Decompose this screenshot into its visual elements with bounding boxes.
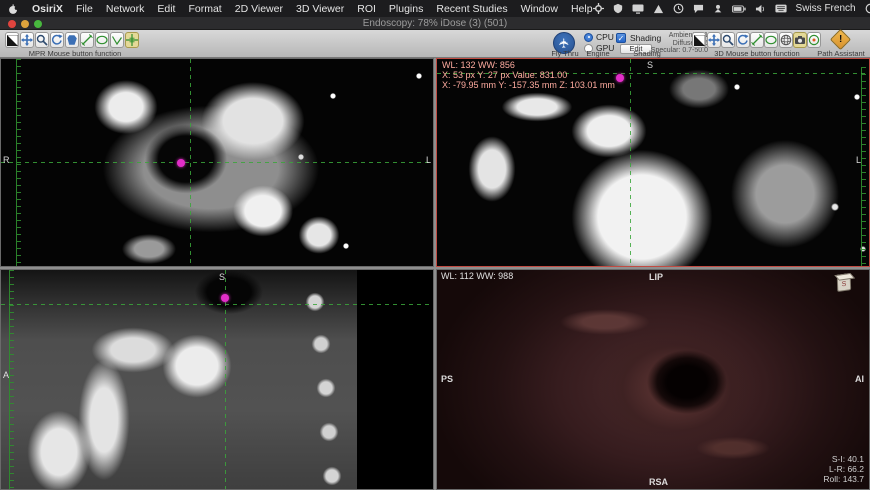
crosshair-horizontal[interactable]	[1, 162, 434, 163]
volume-icon[interactable]	[755, 4, 766, 14]
clock-icon[interactable]	[865, 3, 870, 14]
stat-roll: Roll: 143.7	[823, 474, 864, 484]
orientation-label-right: AI	[855, 374, 864, 384]
menu-item-roi[interactable]: ROI	[357, 3, 376, 15]
pan-tool-button[interactable]	[20, 32, 34, 48]
keyboard-input-icon[interactable]	[775, 4, 787, 13]
orientation-label-right: L	[426, 155, 431, 165]
fly-to-target-tool-button[interactable]	[807, 32, 821, 48]
pan-3d-tool-button[interactable]	[707, 32, 721, 48]
window-title-bar: Endoscopy: 78% iDose (3) (501)	[0, 17, 870, 30]
zoom-tool-button[interactable]	[35, 32, 49, 48]
oval-roi-tool-button[interactable]	[95, 32, 109, 48]
shield-icon[interactable]	[613, 3, 623, 14]
wlww-tool-button[interactable]	[5, 32, 19, 48]
window-title: Endoscopy: 78% iDose (3) (501)	[0, 18, 870, 29]
orientation-label-top: LIP	[649, 272, 663, 282]
crosshair-vertical[interactable]	[225, 270, 226, 490]
crosshair-vertical[interactable]	[630, 59, 631, 267]
orientation-label-top: S	[219, 272, 225, 282]
sphere-rotate-3d-tool-button[interactable]	[779, 32, 793, 48]
stat-lr: L-R: 66.2	[823, 464, 864, 474]
path-point-marker[interactable]	[177, 159, 185, 167]
menu-item-format[interactable]: Format	[188, 3, 221, 15]
orientation-label-right: L	[856, 155, 861, 165]
orientation-label-left: A	[3, 370, 9, 380]
path-point-marker[interactable]	[616, 74, 624, 82]
menu-item-3d-viewer[interactable]: 3D Viewer	[296, 3, 344, 15]
gear-icon[interactable]	[593, 3, 604, 14]
path-point-marker[interactable]	[221, 294, 229, 302]
airplay-icon[interactable]	[713, 4, 723, 14]
slab-tool-button[interactable]	[65, 32, 79, 48]
path-assistant-icon[interactable]	[830, 29, 851, 50]
chat-bubble-icon[interactable]	[693, 4, 704, 14]
mpr-oblique-viewport-selected[interactable]: S L WL: 132 WW: 856 X: 53 px Y: 27 px Va…	[436, 58, 870, 267]
ruler	[9, 270, 14, 490]
viewport-grid: R L S L WL: 132 WW: 856 X: 53 px Y: 27 p…	[0, 58, 870, 490]
menu-item-plugins[interactable]: Plugins	[389, 3, 423, 15]
airplane-icon: ✈	[554, 38, 574, 49]
orientation-label-left: R	[3, 155, 10, 165]
angle-tool-button[interactable]	[110, 32, 124, 48]
menu-osirix[interactable]: OsiriX	[32, 3, 63, 15]
wlww-overlay: WL: 112 WW: 988	[441, 272, 513, 282]
path-assistant-label: Path Assistant	[812, 49, 870, 58]
display-icon[interactable]	[632, 4, 644, 14]
ct-sagittal-image	[1, 270, 357, 489]
mountain-icon[interactable]	[653, 4, 664, 14]
oval-3d-tool-button[interactable]	[764, 32, 778, 48]
battery-icon[interactable]	[732, 5, 746, 13]
checkbox-checked-icon: ✓	[616, 33, 626, 43]
rotate-3d-tool-button[interactable]	[736, 32, 750, 48]
menu-item-2d-viewer[interactable]: 2D Viewer	[235, 3, 283, 15]
ruler	[861, 67, 866, 267]
menu-item-recent-studies[interactable]: Recent Studies	[436, 3, 507, 15]
endoscopy-render	[437, 270, 869, 489]
position-overlay: X: -79.95 mm Y: -157.35 mm Z: 103.01 mm	[442, 81, 615, 91]
menu-bar: OsiriX File Network Edit Format 2D Viewer 3D …	[0, 0, 870, 17]
camera-tool-button[interactable]	[793, 32, 807, 48]
ruler	[16, 59, 21, 267]
crosshair-vertical[interactable]	[190, 59, 191, 267]
mpr-sagittal-viewport[interactable]: S A	[0, 269, 434, 490]
crosshair-tool-button[interactable]	[125, 32, 139, 48]
stat-si: S-I: 40.1	[823, 454, 864, 464]
apple-menu-icon[interactable]	[8, 3, 19, 15]
mouse3d-group-label: 3D Mouse button function	[692, 49, 822, 58]
engine-group-label: Engine	[578, 49, 618, 58]
orientation-label-bottom: RSA	[649, 477, 668, 487]
input-source-label[interactable]: Swiss French	[796, 3, 856, 14]
clock-rewind-icon[interactable]	[673, 3, 684, 14]
orientation-label-top: S	[647, 60, 653, 70]
menu-items: File Network Edit Format 2D Viewer 3D Viewer R…	[76, 3, 593, 15]
rotate-tool-button[interactable]	[50, 32, 64, 48]
zoom-3d-tool-button[interactable]	[721, 32, 735, 48]
menu-item-network[interactable]: Network	[106, 3, 145, 15]
endoscopy-3d-viewport[interactable]: S WL: 112 WW: 988 LIP PS AI RSA S-I: 40.…	[436, 269, 870, 490]
toolbar: MPR Mouse button function ✈ Fly Thru CPU…	[0, 30, 870, 58]
orientation-cube-icon[interactable]: S	[837, 276, 851, 292]
mpr-axial-viewport[interactable]: R L	[0, 58, 434, 267]
osirix-window: OsiriX File Network Edit Format 2D Viewer 3D …	[0, 0, 870, 490]
camera-stats: S-I: 40.1 L-R: 66.2 Roll: 143.7	[823, 454, 864, 484]
menu-item-help[interactable]: Help	[571, 3, 593, 15]
length-3d-tool-button[interactable]	[750, 32, 764, 48]
orientation-label-left: PS	[441, 374, 453, 384]
menu-item-file[interactable]: File	[76, 3, 93, 15]
wlww-3d-tool-button[interactable]	[692, 32, 706, 48]
crosshair-horizontal[interactable]	[1, 304, 434, 305]
engine-cpu-radio[interactable]: CPU	[584, 32, 614, 42]
radio-on-icon	[584, 33, 593, 42]
menu-item-window[interactable]: Window	[521, 3, 558, 15]
mpr-group-label: MPR Mouse button function	[20, 49, 130, 58]
length-tool-button[interactable]	[80, 32, 94, 48]
menu-item-edit[interactable]: Edit	[157, 3, 175, 15]
